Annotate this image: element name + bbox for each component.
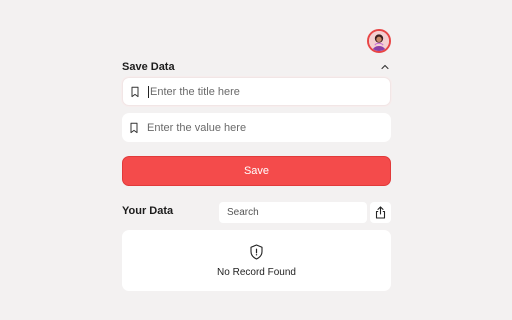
- chevron-up-icon[interactable]: [379, 61, 391, 73]
- save-data-header: Save Data: [122, 59, 391, 75]
- save-button[interactable]: Save: [122, 156, 391, 186]
- your-data-title: Your Data: [122, 205, 174, 217]
- avatar-image: [369, 31, 389, 51]
- text-caret: [148, 85, 149, 98]
- empty-state-message: No Record Found: [217, 266, 296, 278]
- title-input[interactable]: [150, 85, 370, 98]
- search-input[interactable]: [227, 207, 357, 218]
- search-field[interactable]: [219, 202, 367, 223]
- user-avatar[interactable]: [367, 29, 391, 53]
- share-icon: [375, 206, 386, 219]
- value-input[interactable]: [147, 121, 367, 134]
- save-data-title: Save Data: [122, 61, 175, 73]
- share-button[interactable]: [370, 202, 391, 223]
- title-field[interactable]: [122, 77, 391, 106]
- records-list: No Record Found: [122, 230, 391, 291]
- shield-alert-icon: [249, 243, 264, 260]
- bookmark-icon: [130, 86, 140, 98]
- bookmark-icon: [129, 122, 139, 134]
- value-field[interactable]: [122, 113, 391, 142]
